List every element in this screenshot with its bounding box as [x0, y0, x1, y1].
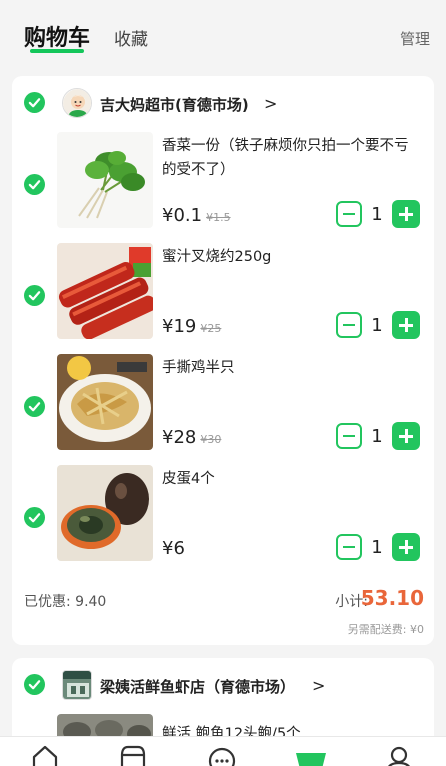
subtotal-value: 53.10 [360, 586, 424, 610]
item-title[interactable]: 蜜汁叉烧约250g [162, 245, 420, 269]
price-current: ¥0.1 [162, 205, 203, 226]
store-icon [120, 745, 146, 766]
product-image-century-egg[interactable] [57, 465, 153, 561]
home-icon [32, 745, 58, 766]
item-price: ¥0.1 ¥1.5 [162, 205, 231, 226]
cart-item: 皮蛋4个 ¥6 1 [12, 465, 434, 575]
discount-summary: 已优惠: 9.40 [24, 594, 107, 610]
minus-icon [343, 324, 355, 326]
price-original: ¥25 [200, 322, 222, 335]
chevron-right-icon: > [264, 94, 278, 113]
cart-item: 蜜汁叉烧约250g ¥19 ¥25 1 [12, 243, 434, 353]
tab-active-indicator [30, 49, 84, 53]
check-icon [28, 98, 41, 108]
store-logo [62, 88, 92, 118]
price-original: ¥30 [200, 433, 222, 446]
check-icon [28, 680, 41, 690]
quantity-stepper: 1 [336, 200, 420, 228]
decrease-button[interactable] [336, 312, 362, 338]
quantity-stepper: 1 [336, 311, 420, 339]
tab-favorites[interactable]: 收藏 [114, 25, 148, 50]
item-price: ¥19 ¥25 [162, 316, 221, 337]
cart-item: 香菜一份（铁子麻烦你只拍一个要不亏的受不了） ¥0.1 ¥1.5 1 [12, 132, 434, 242]
minus-icon [343, 546, 355, 548]
decrease-button[interactable] [336, 423, 362, 449]
minus-icon [343, 213, 355, 215]
price-original: ¥1.5 [206, 211, 231, 224]
quantity-stepper: 1 [336, 533, 420, 561]
message-icon [208, 747, 236, 766]
item-title[interactable]: 皮蛋4个 [162, 467, 420, 491]
item-title[interactable]: 手撕鸡半只 [162, 356, 420, 380]
product-image-cilantro[interactable] [57, 132, 153, 228]
quantity-value: 1 [371, 203, 383, 225]
price-current: ¥6 [162, 538, 185, 559]
minus-icon [343, 435, 355, 437]
tab-cart-active[interactable] [296, 743, 326, 766]
manage-button[interactable]: 管理 [400, 28, 430, 49]
cart-item: 手撕鸡半只 ¥28 ¥30 1 [12, 354, 434, 464]
item-price: ¥6 [162, 538, 185, 559]
product-image-char-siu[interactable] [57, 243, 153, 339]
tab-profile[interactable] [384, 743, 414, 766]
item-title[interactable]: 香菜一份（铁子麻烦你只拍一个要不亏的受不了） [162, 134, 420, 182]
store-select-checkbox[interactable] [24, 674, 45, 695]
check-icon [28, 291, 41, 301]
item-select-checkbox[interactable] [24, 396, 45, 417]
increase-button[interactable] [392, 200, 420, 228]
quantity-stepper: 1 [336, 422, 420, 450]
increase-button[interactable] [392, 311, 420, 339]
store-card: 梁姨活鲜鱼虾店（育德市场） > 鲜活 鲍鱼12头鲍/5个 [12, 658, 434, 748]
shipping-fee: 另需配送费: ¥0 [347, 623, 424, 636]
store-name[interactable]: 梁姨活鲜鱼虾店（育德市场） [100, 676, 295, 697]
store-card: 吉大妈超市(育德市场) > 香菜一份（铁子麻烦你只拍一个要不亏的受不了） ¥0.… [12, 76, 434, 645]
tab-store[interactable] [118, 743, 148, 766]
quantity-value: 1 [371, 314, 383, 336]
store-header[interactable]: 吉大妈超市(育德市场) > [12, 76, 434, 132]
quantity-value: 1 [371, 536, 383, 558]
increase-button[interactable] [392, 533, 420, 561]
store-logo [62, 670, 92, 700]
price-current: ¥19 [162, 316, 197, 337]
decrease-button[interactable] [336, 201, 362, 227]
profile-icon [388, 746, 410, 766]
item-select-checkbox[interactable] [24, 507, 45, 528]
price-current: ¥28 [162, 427, 197, 448]
decrease-button[interactable] [336, 534, 362, 560]
store-name[interactable]: 吉大妈超市(育德市场) [100, 94, 249, 115]
cart-icon [296, 753, 326, 766]
tab-messages[interactable] [207, 743, 237, 766]
quantity-value: 1 [371, 425, 383, 447]
tab-cart[interactable]: 购物车 [24, 20, 90, 52]
check-icon [28, 513, 41, 523]
chevron-right-icon: > [312, 676, 326, 695]
increase-button[interactable] [392, 422, 420, 450]
check-icon [28, 402, 41, 412]
item-select-checkbox[interactable] [24, 174, 45, 195]
item-select-checkbox[interactable] [24, 285, 45, 306]
store-header[interactable]: 梁姨活鲜鱼虾店（育德市场） > [12, 658, 434, 714]
store-select-checkbox[interactable] [24, 92, 45, 113]
item-price: ¥28 ¥30 [162, 427, 221, 448]
bottom-tab-bar [0, 736, 446, 766]
product-image-shredded-chicken[interactable] [57, 354, 153, 450]
header: 购物车 收藏 管理 [0, 0, 446, 66]
check-icon [28, 180, 41, 190]
tab-home[interactable] [30, 743, 60, 766]
